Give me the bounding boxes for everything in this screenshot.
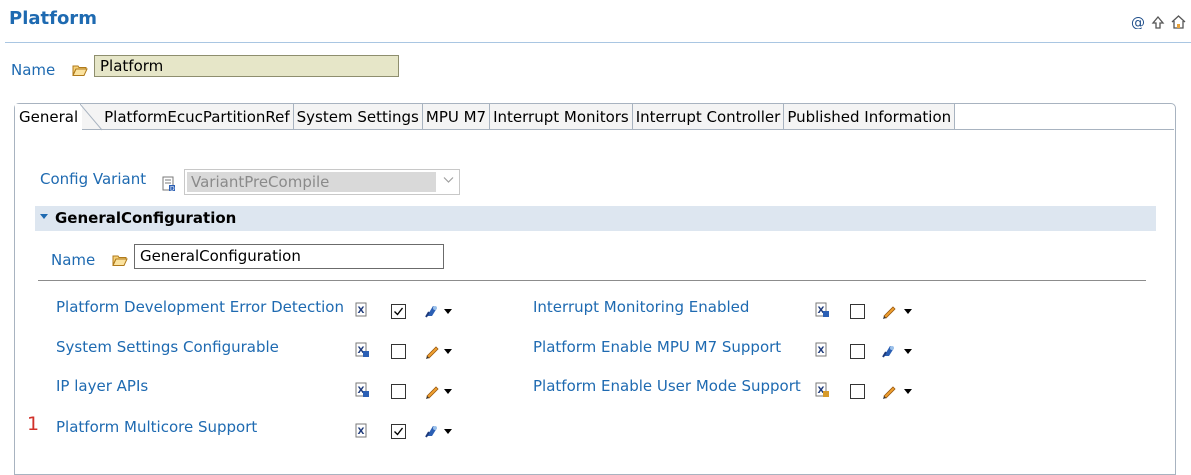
up-arrow-icon[interactable] bbox=[1151, 15, 1165, 29]
section-name-label: Name bbox=[51, 251, 96, 269]
svg-text:X: X bbox=[358, 306, 365, 316]
param-label: Platform Enable MPU M7 Support bbox=[533, 338, 782, 356]
tab-mpu-m7[interactable]: MPU M7 bbox=[422, 104, 491, 130]
section-title: GeneralConfiguration bbox=[55, 209, 237, 227]
dropdown-arrow-icon[interactable] bbox=[444, 349, 452, 354]
tab-published-information[interactable]: Published Information bbox=[784, 104, 956, 130]
collapse-arrow-icon[interactable] bbox=[40, 214, 48, 219]
param-label: Platform Development Error Detection bbox=[56, 298, 344, 316]
pencil-icon[interactable] bbox=[881, 383, 897, 403]
tab-interrupt-controller[interactable]: Interrupt Controller bbox=[632, 104, 785, 130]
calc-icon[interactable] bbox=[424, 303, 440, 323]
param-checkbox[interactable] bbox=[391, 344, 406, 359]
config-variant-label: Config Variant bbox=[40, 170, 147, 188]
name-label: Name bbox=[11, 61, 56, 79]
tab-interrupt-monitors[interactable]: Interrupt Monitors bbox=[490, 104, 633, 130]
pencil-icon[interactable] bbox=[424, 343, 440, 363]
param-checkbox[interactable] bbox=[391, 384, 406, 399]
tab-general[interactable]: General bbox=[15, 104, 84, 130]
param-label: Platform Enable User Mode Support bbox=[533, 377, 801, 395]
svg-text:X: X bbox=[358, 427, 365, 437]
calc-icon[interactable] bbox=[881, 343, 897, 363]
calc-icon[interactable] bbox=[424, 423, 440, 443]
dropdown-arrow-icon[interactable] bbox=[904, 389, 912, 394]
general-configuration-section[interactable]: GeneralConfiguration bbox=[35, 206, 1156, 231]
param-checkbox[interactable] bbox=[391, 424, 406, 439]
x-config-icon: X bbox=[355, 423, 369, 443]
dropdown-arrow-icon[interactable] bbox=[444, 389, 452, 394]
section-separator bbox=[38, 280, 1146, 281]
xd-config-icon: X bbox=[355, 342, 371, 362]
param-label: Platform Multicore Support bbox=[56, 418, 258, 436]
at-icon[interactable]: @ bbox=[1131, 15, 1145, 29]
dropdown-arrow-icon[interactable] bbox=[904, 309, 912, 314]
tab-bar: General PlatformEcucPartitionRef System … bbox=[15, 104, 956, 131]
param-label: System Settings Configurable bbox=[56, 338, 279, 356]
tab-platformecucpartitionref[interactable]: PlatformEcucPartitionRef bbox=[82, 104, 294, 130]
header-toolbar: @ bbox=[1131, 15, 1186, 29]
page-title: Platform bbox=[9, 8, 97, 29]
dropdown-arrow-icon[interactable] bbox=[904, 349, 912, 354]
title-divider bbox=[5, 42, 1191, 43]
tab-baseline bbox=[943, 129, 1174, 130]
dropdown-arrow-icon[interactable] bbox=[444, 309, 452, 314]
home-icon[interactable] bbox=[1171, 15, 1186, 29]
svg-text:X: X bbox=[818, 346, 825, 356]
x-config-icon: X bbox=[815, 342, 829, 362]
dropdown-arrow-icon[interactable] bbox=[444, 429, 452, 434]
pencil-icon[interactable] bbox=[424, 383, 440, 403]
folder-icon bbox=[72, 63, 88, 81]
platform-name-field[interactable]: Platform bbox=[94, 55, 399, 77]
folder-icon bbox=[112, 253, 128, 271]
tab-system-settings[interactable]: System Settings bbox=[293, 104, 423, 130]
param-label: Interrupt Monitoring Enabled bbox=[533, 298, 750, 316]
param-checkbox[interactable] bbox=[850, 304, 865, 319]
xd-config-icon: X bbox=[355, 382, 371, 402]
x-config-icon: X bbox=[355, 302, 369, 322]
xd-config-icon: X bbox=[815, 382, 831, 402]
pencil-icon[interactable] bbox=[881, 303, 897, 323]
svg-text:@: @ bbox=[1131, 15, 1145, 29]
xd-config-icon: X bbox=[815, 302, 831, 322]
param-checkbox[interactable] bbox=[850, 384, 865, 399]
param-checkbox[interactable] bbox=[850, 344, 865, 359]
param-checkbox[interactable] bbox=[391, 304, 406, 319]
param-label: IP layer APIs bbox=[56, 377, 149, 395]
chevron-down-icon bbox=[443, 174, 454, 187]
config-variant-select[interactable]: VariantPreCompile bbox=[184, 169, 460, 195]
svg-text:D: D bbox=[170, 186, 175, 193]
row-marker: 1 bbox=[27, 413, 40, 435]
config-variant-value: VariantPreCompile bbox=[187, 172, 436, 192]
section-name-field[interactable]: GeneralConfiguration bbox=[134, 244, 444, 269]
config-doc-icon: D bbox=[162, 176, 176, 196]
